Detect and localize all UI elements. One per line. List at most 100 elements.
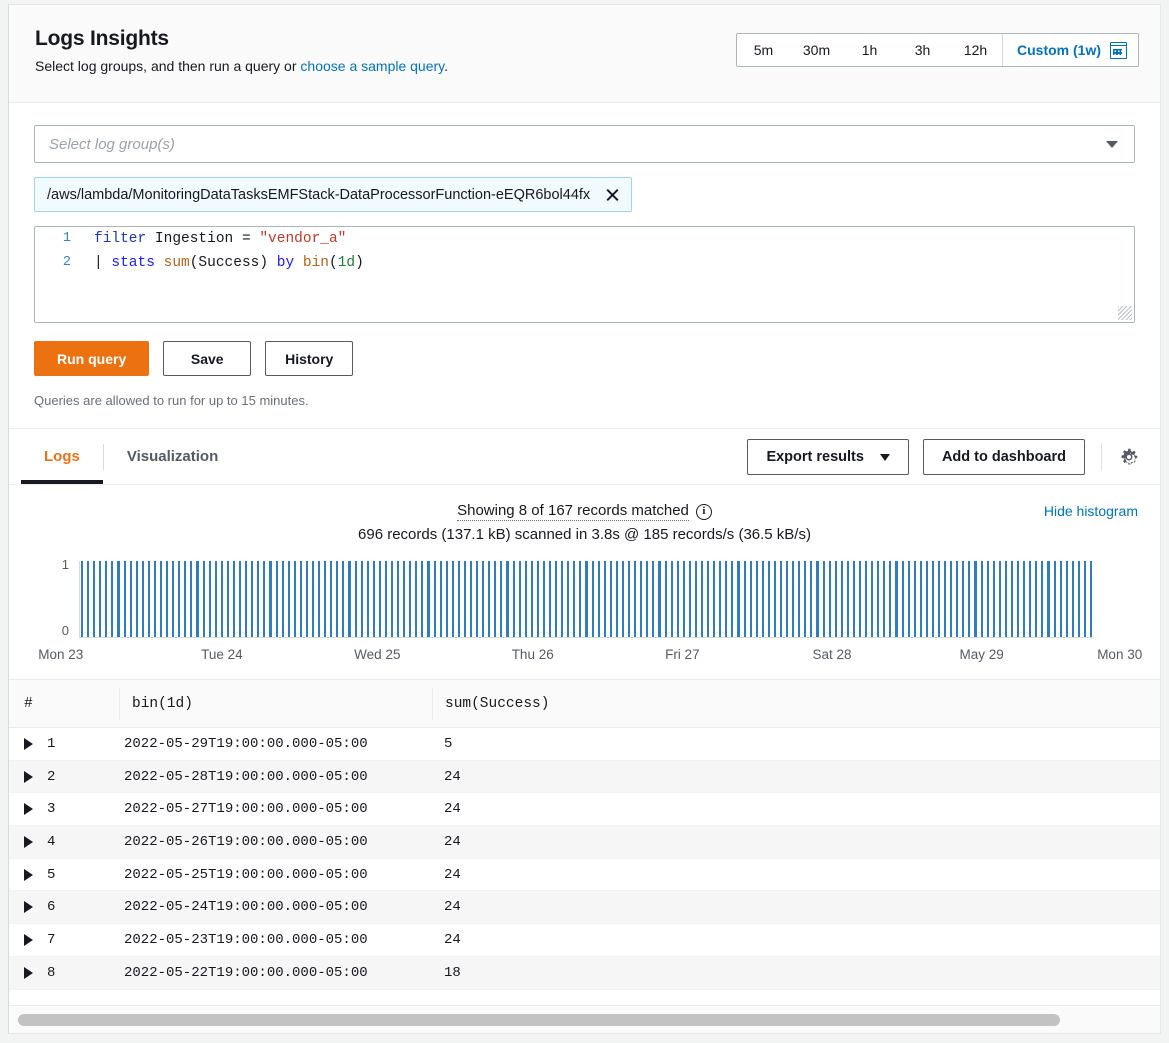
histogram-bar[interactable] [1066, 561, 1068, 637]
histogram-bar[interactable] [695, 561, 697, 637]
histogram-bar[interactable] [500, 561, 502, 637]
histogram-bar[interactable] [774, 561, 776, 637]
histogram-bar[interactable] [385, 561, 387, 637]
histogram-bar[interactable] [847, 561, 849, 637]
histogram-bar[interactable] [111, 561, 113, 637]
histogram-bar[interactable] [446, 561, 448, 637]
histogram-bar[interactable] [585, 561, 587, 637]
histogram-bar[interactable] [640, 561, 642, 637]
histogram-bar[interactable] [950, 561, 952, 637]
table-row[interactable]: 32022-05-27T19:00:00.000-05:0024 [9, 793, 1160, 826]
histogram-bar[interactable] [713, 561, 715, 637]
histogram-bar[interactable] [415, 561, 417, 637]
histogram-bar[interactable] [750, 561, 752, 637]
histogram-bar[interactable] [105, 561, 107, 637]
histogram-bar[interactable] [555, 561, 557, 637]
tab-visualization[interactable]: Visualization [104, 429, 241, 484]
histogram-bar[interactable] [87, 561, 89, 637]
histogram-bar[interactable] [124, 561, 126, 637]
histogram-bar[interactable] [835, 561, 837, 637]
histogram-bar[interactable] [434, 561, 436, 637]
query-editor-code[interactable]: filter Ingestion = "vendor_a"| stats sum… [81, 227, 1134, 275]
histogram-bar[interactable] [841, 561, 843, 637]
histogram-bar[interactable] [196, 561, 198, 637]
histogram-bar[interactable] [859, 561, 861, 637]
histogram-bar[interactable] [209, 561, 211, 637]
table-row[interactable]: 62022-05-24T19:00:00.000-05:0024 [9, 891, 1160, 924]
histogram-bar[interactable] [233, 561, 235, 637]
time-range-1h[interactable]: 1h [843, 34, 896, 66]
histogram-bar[interactable] [902, 561, 904, 637]
histogram-bar[interactable] [330, 561, 332, 637]
histogram-bar[interactable] [178, 561, 180, 637]
expand-triangle-icon[interactable] [24, 771, 33, 783]
histogram-bar[interactable] [665, 561, 667, 637]
histogram-bar[interactable] [1017, 561, 1019, 637]
histogram-bar[interactable] [215, 561, 217, 637]
histogram-bar[interactable] [300, 561, 302, 637]
histogram-bar[interactable] [239, 561, 241, 637]
histogram-bar[interactable] [221, 561, 223, 637]
histogram-bar[interactable] [227, 561, 229, 637]
run-query-button[interactable]: Run query [34, 341, 149, 376]
histogram-bar[interactable] [786, 561, 788, 637]
close-icon[interactable] [604, 187, 620, 203]
time-range-5m[interactable]: 5m [737, 34, 790, 66]
histogram-bar[interactable] [1060, 561, 1062, 637]
histogram-bar[interactable] [974, 561, 976, 637]
histogram-bar[interactable] [488, 561, 490, 637]
histogram-bar[interactable] [1023, 561, 1025, 637]
histogram-bar[interactable] [336, 561, 338, 637]
histogram-bar[interactable] [251, 561, 253, 637]
histogram-bar[interactable] [744, 561, 746, 637]
histogram-bar[interactable] [160, 561, 162, 637]
histogram-bar[interactable] [883, 561, 885, 637]
histogram-bar[interactable] [184, 561, 186, 637]
histogram-bar[interactable] [269, 561, 271, 637]
histogram-bar[interactable] [1047, 561, 1049, 637]
table-row[interactable]: 12022-05-29T19:00:00.000-05:005 [9, 728, 1160, 761]
histogram-bar[interactable] [440, 561, 442, 637]
table-row[interactable]: 42022-05-26T19:00:00.000-05:0024 [9, 826, 1160, 859]
records-matched-text[interactable]: Showing 8 of 167 records matched [457, 502, 689, 521]
histogram-bar[interactable] [610, 561, 612, 637]
histogram-bar[interactable] [142, 561, 144, 637]
histogram-bar[interactable] [956, 561, 958, 637]
expand-triangle-icon[interactable] [24, 901, 33, 913]
histogram-bar[interactable] [762, 561, 764, 637]
histogram-bar[interactable] [409, 561, 411, 637]
histogram-bar[interactable] [318, 561, 320, 637]
histogram-bar[interactable] [701, 561, 703, 637]
histogram-bar[interactable] [1072, 561, 1074, 637]
histogram-bar[interactable] [810, 561, 812, 637]
histogram-bar[interactable] [920, 561, 922, 637]
histogram-bar[interactable] [932, 561, 934, 637]
expand-triangle-icon[interactable] [24, 836, 33, 848]
sample-query-link[interactable]: choose a sample query [300, 58, 444, 74]
histogram-bar[interactable] [567, 561, 569, 637]
histogram-bar[interactable] [677, 561, 679, 637]
time-range-custom[interactable]: Custom (1w) [1002, 34, 1138, 66]
histogram-bar[interactable] [403, 561, 405, 637]
histogram-bar[interactable] [294, 561, 296, 637]
histogram-bar[interactable] [652, 561, 654, 637]
histogram-bar[interactable] [908, 561, 910, 637]
histogram-bar[interactable] [130, 561, 132, 637]
table-row[interactable]: 22022-05-28T19:00:00.000-05:0024 [9, 761, 1160, 794]
histogram-bar[interactable] [968, 561, 970, 637]
histogram-bar[interactable] [658, 561, 660, 637]
histogram-bar[interactable] [768, 561, 770, 637]
histogram-bar[interactable] [464, 561, 466, 637]
histogram-bar[interactable] [342, 561, 344, 637]
histogram-bar[interactable] [172, 561, 174, 637]
save-button[interactable]: Save [163, 341, 251, 376]
histogram-bar[interactable] [136, 561, 138, 637]
histogram-bar[interactable] [987, 561, 989, 637]
histogram-bar[interactable] [531, 561, 533, 637]
histogram-bar[interactable] [592, 561, 594, 637]
histogram-bar[interactable] [288, 561, 290, 637]
histogram-bar[interactable] [245, 561, 247, 637]
histogram-bar[interactable] [549, 561, 551, 637]
histogram-bar[interactable] [944, 561, 946, 637]
histogram-bar[interactable] [470, 561, 472, 637]
